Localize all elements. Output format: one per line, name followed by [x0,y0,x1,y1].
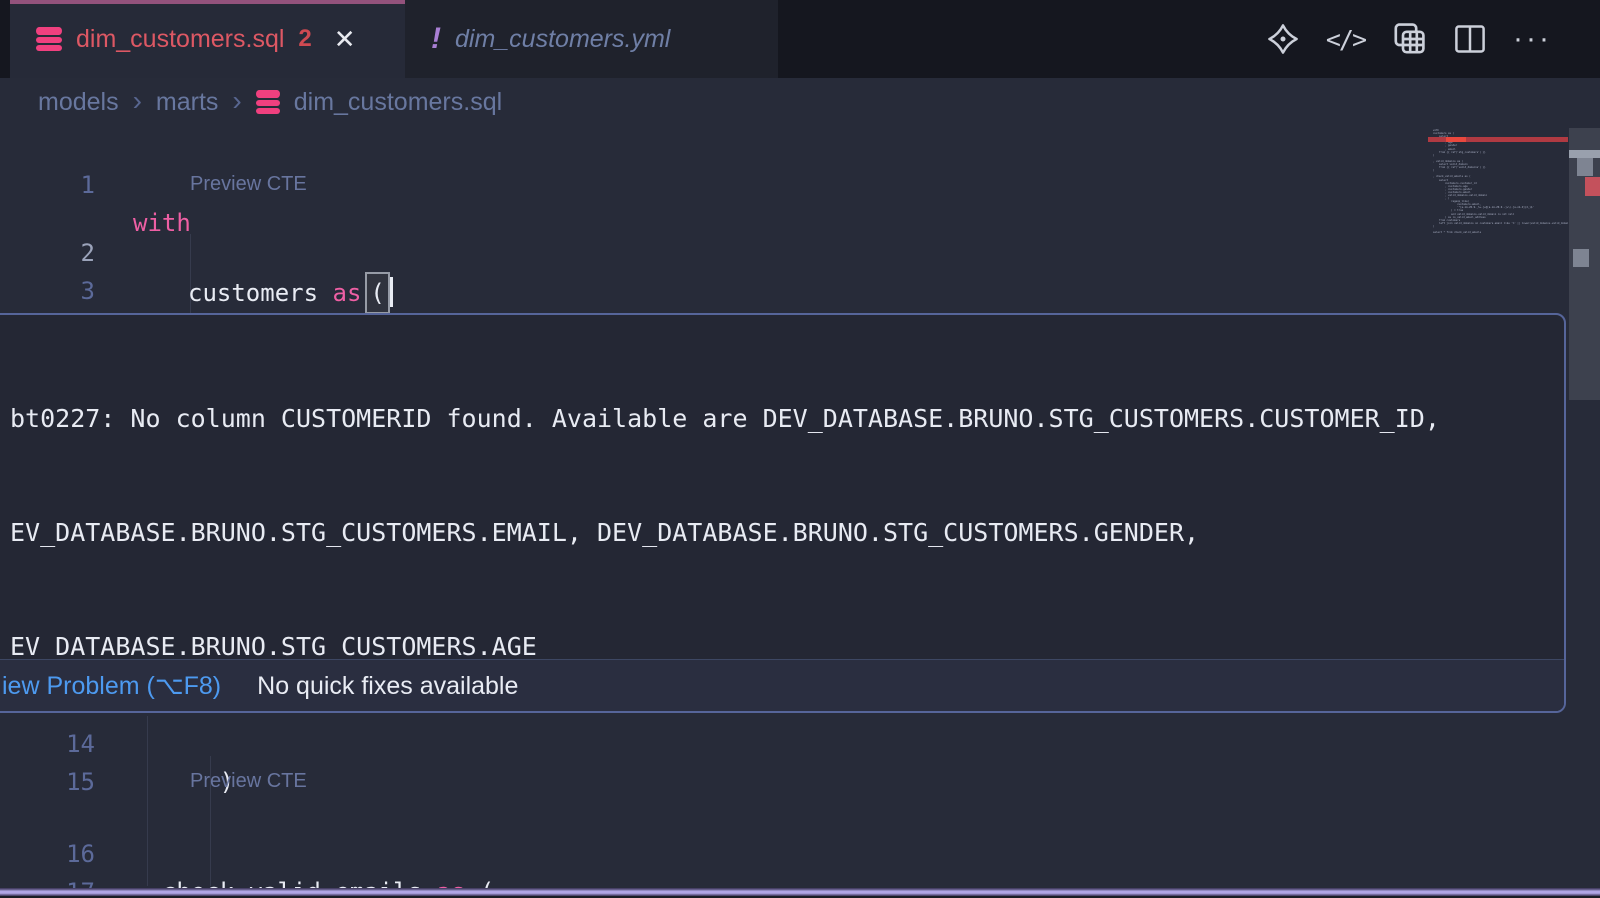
error-message-line: bt0227: No column CUSTOMERID found. Avai… [10,400,1564,438]
breadcrumb: models › marts › dim_customers.sql [0,78,1600,126]
error-message-line: EV_DATABASE.BRUNO.STG_CUSTOMERS.EMAIL, D… [10,514,1564,552]
overview-error-mark [1585,177,1600,196]
problem-count-badge: 2 [298,25,311,53]
code-line-3[interactable]: 3 select [0,234,1428,272]
error-popup: bt0227: No column CUSTOMERID found. Avai… [0,313,1566,713]
compiled-code-icon[interactable]: </> [1326,25,1365,54]
breadcrumb-item-models[interactable]: models [38,88,119,117]
no-quick-fixes-label: No quick fixes available [257,667,518,705]
code-line-1[interactable]: 1 with [0,128,1428,166]
tab-bar: dim_customers.sql 2 ✕ ! dim_customers.ym… [0,0,1600,78]
tab-dim-customers-yml[interactable]: ! dim_customers.yml [405,0,778,78]
overview-mark [1573,249,1589,267]
error-entry-1: bt0227: No column CUSTOMERID found. Avai… [0,315,1564,713]
close-icon[interactable]: ✕ [334,24,356,55]
breadcrumb-item-marts[interactable]: marts [156,88,219,117]
scrollbar[interactable] [1568,126,1600,898]
minimap-error-word-mark [1446,137,1466,142]
editor-window: dim_customers.sql 2 ✕ ! dim_customers.ym… [0,0,1600,898]
popup-status-bar: iew Problem (⌥F8) No quick fixes availab… [0,659,1564,711]
line-number: 15 [0,763,95,801]
code-line-4[interactable]: 4 customerId [0,272,1428,310]
editor-actions: </> ··· [1266,0,1600,78]
query-results-icon[interactable] [1391,21,1427,57]
dbt-icon[interactable] [1266,22,1300,56]
overview-mark [1569,150,1600,158]
codelens-preview-cte[interactable]: Preview CTE [190,766,307,796]
overview-mark [1577,158,1593,176]
chevron-right-icon: › [133,85,142,117]
chevron-right-icon: › [232,85,241,117]
tab-dim-customers-sql[interactable]: dim_customers.sql 2 ✕ [10,0,405,78]
code-editor[interactable]: 1 with Preview CTE 2 customers as( 3 sel… [0,126,1600,898]
minimap-code: with customers as ( select customerId , … [1433,129,1568,234]
split-editor-icon[interactable] [1453,22,1487,56]
code-line-17[interactable]: 17 select [0,835,1428,873]
more-actions-icon[interactable]: ··· [1513,34,1552,44]
breadcrumb-file[interactable]: dim_customers.sql [294,88,502,117]
sql-file-icon [36,27,62,51]
code-line-2[interactable]: 2 customers as( [0,196,1428,234]
warning-icon: ! [431,22,441,56]
view-problem-link[interactable]: iew Problem (⌥F8) [2,667,221,705]
code-line-16[interactable]: 16 , check_valid_emails as ( [0,797,1428,835]
tab-label: dim_customers.sql [76,25,284,54]
code-line-15[interactable]: 15 [0,725,1428,763]
panel-divider [0,888,1600,896]
sql-file-icon [256,90,280,114]
tab-label: dim_customers.yml [455,25,670,54]
codelens-preview-cte[interactable]: Preview CTE [190,169,307,199]
